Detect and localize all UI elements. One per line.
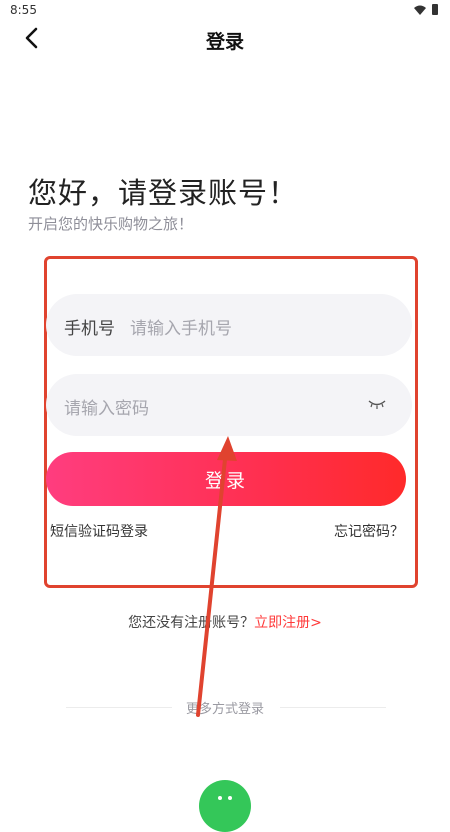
sms-login-link[interactable]: 短信验证码登录: [50, 521, 148, 541]
nav-bar: 登录: [0, 22, 450, 56]
status-bar: 8:55: [0, 0, 450, 22]
wifi-icon: [414, 5, 426, 15]
register-prompt: 您还没有注册账号？: [128, 615, 255, 631]
status-time: 8:55: [10, 3, 37, 17]
page-title: 登录: [205, 31, 244, 53]
register-row: 您还没有注册账号？立即注册>: [0, 612, 450, 632]
login-button[interactable]: 登录: [46, 452, 406, 506]
forgot-password-link[interactable]: 忘记密码？: [334, 521, 404, 541]
greeting-heading: 您好，请登录账号！: [28, 176, 299, 210]
eye-closed-icon[interactable]: [368, 398, 386, 410]
divider-right: [280, 707, 386, 708]
phone-input[interactable]: 请输入手机号: [130, 314, 232, 339]
battery-icon: [432, 4, 438, 15]
phone-label: 手机号: [64, 319, 115, 339]
register-link[interactable]: 立即注册>: [254, 615, 322, 631]
wechat-login-button[interactable]: [199, 780, 251, 832]
status-icons: [414, 4, 438, 15]
password-input[interactable]: 请输入密码: [64, 394, 149, 419]
password-field[interactable]: 请输入密码: [46, 374, 412, 436]
phone-field[interactable]: 手机号 请输入手机号: [46, 294, 412, 356]
greeting-subtitle: 开启您的快乐购物之旅！: [28, 215, 194, 233]
